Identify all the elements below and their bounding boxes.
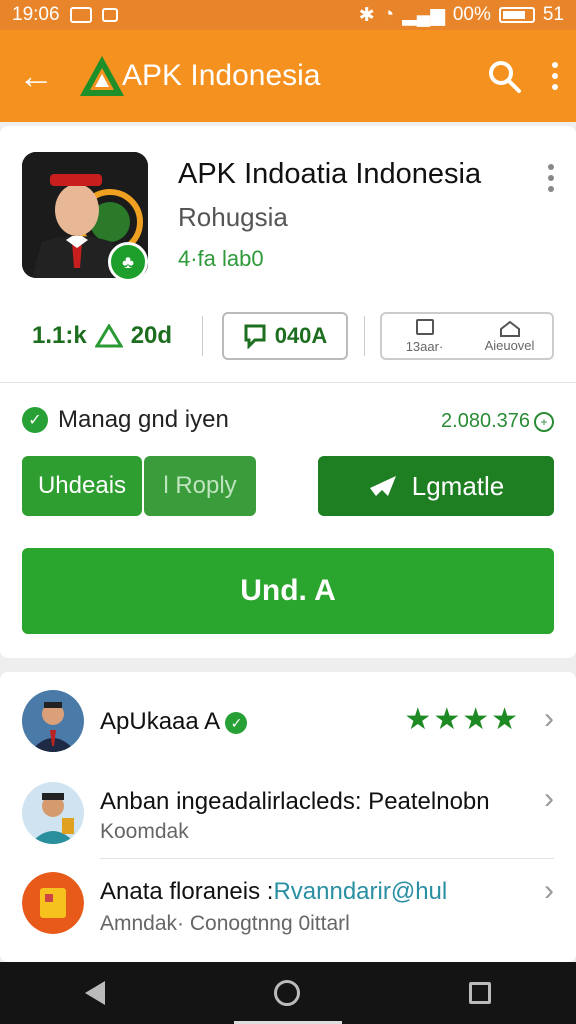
nav-recents-icon[interactable] [469, 982, 492, 1004]
nav-back-icon[interactable] [84, 981, 105, 1005]
comment-icon [244, 324, 266, 349]
rating-stars: ★★★★ [404, 703, 520, 736]
check-circle-icon: ✓ [22, 407, 48, 433]
status-time: 19:06 [12, 4, 60, 25]
list-item[interactable]: Anata floraneis :Rvanndarir@hul Amndak· … [0, 862, 576, 952]
app-bar-title: APK Indonesia [122, 59, 321, 92]
app-bar: ← APK Indonesia [0, 30, 576, 122]
app-developer[interactable]: Rohugsia [178, 202, 288, 233]
share-save-group: 13aar· Aieuovel [380, 312, 554, 360]
stats-row: 1.1:k 20d 040A 13aar· Aieuovel [0, 312, 576, 368]
avatar [22, 872, 84, 934]
verified-check-icon: ✓ [225, 711, 248, 734]
home-icon [499, 320, 520, 337]
battery-percent: 00% [452, 4, 491, 25]
send-icon [369, 476, 396, 496]
related-list-card: ApUkaaa A ✓ ★★★★ › Anban ingeadalirlacle… [0, 672, 576, 962]
chevron-right-icon[interactable]: › [544, 702, 554, 736]
triangle-icon [94, 324, 123, 348]
install-button[interactable]: Und. A [22, 548, 554, 634]
updates-button[interactable]: Uhdeais [22, 456, 142, 516]
share-button[interactable]: 13aar· [382, 314, 467, 358]
chevron-right-icon[interactable]: › [544, 874, 554, 908]
list-item-title: Anata floraneis :Rvanndarir@hul [100, 878, 448, 905]
list-item-title: Anban ingeadalirlacleds: Peatelnobn [100, 788, 490, 815]
arrow-left-icon[interactable]: ← [18, 58, 58, 94]
card-more-icon[interactable] [548, 164, 554, 192]
managed-row: ✓ Manag gnd iyen [22, 406, 229, 434]
chevron-right-icon[interactable]: › [544, 782, 554, 816]
app-subtitle: 4·fa lab0 [178, 246, 264, 271]
divider [100, 858, 554, 859]
more-vert-icon[interactable] [552, 62, 558, 90]
list-item-subtitle: Koomdak [100, 820, 189, 843]
divider [202, 316, 203, 356]
rating-button[interactable]: 040A [222, 312, 348, 360]
search-icon[interactable] [486, 58, 522, 94]
reply-button[interactable]: l Roply [144, 456, 256, 516]
status-bar: 19:06 ✱ ◔ ▂▄▆ 00% 51 [0, 0, 576, 30]
app-name: APK Indoatia Indonesia [178, 158, 482, 190]
avatar [22, 782, 84, 844]
divider [0, 382, 576, 383]
navigation-bar [0, 962, 576, 1024]
gallery-notification-icon [101, 8, 118, 22]
image-notification-icon [69, 7, 92, 23]
list-item-subtitle: Amndak· Conogtnng 0ittarl [100, 912, 350, 935]
info-circle-icon: + [534, 411, 554, 432]
phone-icon [415, 318, 434, 335]
avatar [22, 690, 84, 752]
save-button[interactable]: Aieuovel [467, 314, 552, 358]
signal-icon: ▂▄▆ [402, 4, 445, 26]
apk-logo-icon [80, 56, 124, 96]
wifi-icon: ◔ [382, 4, 395, 25]
managed-value: 2.080.376 + [441, 410, 554, 433]
languages-button[interactable]: Lgmatle [318, 456, 554, 516]
app-detail-card: ♣ APK Indoatia Indonesia Rohugsia 4·fa l… [0, 126, 576, 658]
divider [364, 316, 365, 356]
nav-home-icon[interactable] [273, 980, 300, 1006]
list-item[interactable]: Anban ingeadalirlacleds: Peatelnobn Koom… [0, 768, 576, 858]
status-extra: 51 [542, 4, 564, 25]
verified-badge-icon: ♣ [108, 242, 148, 282]
list-item[interactable]: ApUkaaa A ✓ ★★★★ › [0, 678, 576, 768]
bluetooth-icon: ✱ [358, 4, 375, 26]
list-item-title: ApUkaaa A ✓ [100, 708, 248, 736]
battery-icon [498, 7, 535, 23]
download-stat: 1.1:k 20d [32, 322, 173, 349]
